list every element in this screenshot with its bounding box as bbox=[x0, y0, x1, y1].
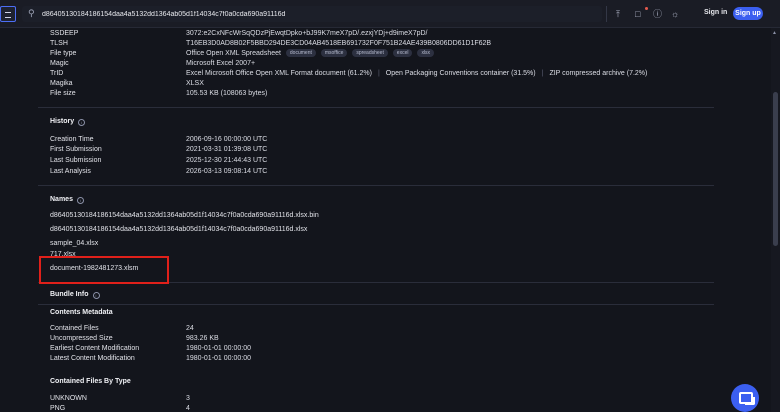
info-icon[interactable]: i bbox=[76, 197, 84, 204]
name-item: d86405130184186154daa4a5132dd1364ab05d1f… bbox=[50, 212, 319, 219]
metadata-value: 1980-01-01 00:00:00 bbox=[186, 345, 251, 352]
trid-part: ZIP compressed archive (7.2%) bbox=[549, 70, 648, 77]
name-item: d86405130184186154daa4a5132dd1364ab05d1f… bbox=[50, 226, 308, 233]
history-value: 2025-12-30 21:44:43 UTC bbox=[186, 157, 268, 164]
metadata-value: 1980-01-01 00:00:00 bbox=[186, 355, 251, 362]
property-label: Magika bbox=[50, 80, 73, 87]
metadata-label: Earliest Content Modification bbox=[50, 345, 140, 352]
section-divider bbox=[38, 107, 714, 108]
search-icon: ⚲ bbox=[28, 8, 35, 18]
history-value: 2006-09-16 00:00:00 UTC bbox=[186, 136, 268, 143]
notification-dot bbox=[645, 7, 648, 10]
file-type-tag[interactable]: spreadsheet bbox=[352, 49, 388, 58]
theme-toggle-icon[interactable]: ☼ bbox=[671, 7, 679, 21]
contained-files-by-type-heading: Contained Files By Type bbox=[50, 378, 131, 385]
property-label: Magic bbox=[50, 60, 69, 67]
file-type-tag[interactable]: xlsx bbox=[417, 49, 435, 58]
upload-icon[interactable]: ⤒ bbox=[616, 7, 620, 21]
property-value: Microsoft Excel 2007+ bbox=[186, 60, 256, 67]
property-value: 105.53 KB (108063 bytes) bbox=[186, 90, 268, 97]
property-value: Excel Microsoft Office Open XML Format d… bbox=[186, 69, 647, 78]
file-type-label: PNG bbox=[50, 405, 66, 412]
property-value: 3072:e2CxNFcWrSqQDzPjEwqtDpko+bJ99K7meX7… bbox=[186, 30, 428, 37]
property-label: File type bbox=[50, 50, 77, 57]
property-value: XLSX bbox=[186, 80, 204, 87]
property-label: File size bbox=[50, 90, 76, 97]
sign-up-button[interactable]: Sign up bbox=[733, 7, 763, 20]
names-title: Names bbox=[50, 196, 73, 203]
property-label: SSDEEP bbox=[50, 30, 79, 37]
file-type-count: 3 bbox=[186, 395, 190, 402]
menu-icon[interactable] bbox=[0, 6, 16, 22]
contents-metadata-heading: Contents Metadata bbox=[50, 309, 113, 316]
scrollbar-thumb[interactable] bbox=[773, 92, 778, 246]
sign-in-link[interactable]: Sign in bbox=[704, 9, 727, 16]
top-bar: ⚲ ⤒ □ ⓘ ☼ Sign in Sign up bbox=[0, 0, 780, 28]
separator: | bbox=[377, 70, 380, 77]
info-icon[interactable]: i bbox=[78, 119, 86, 126]
section-divider bbox=[38, 185, 714, 186]
name-item: sample_04.xlsx bbox=[50, 240, 99, 247]
search-input[interactable] bbox=[42, 7, 597, 21]
trid-part: Open Packaging Conventions container (31… bbox=[385, 70, 536, 77]
file-type-tag[interactable]: msoffice bbox=[320, 49, 348, 58]
property-label: TLSH bbox=[50, 40, 68, 47]
highlight-box bbox=[39, 256, 169, 284]
history-heading: History i bbox=[50, 118, 86, 126]
file-type-label: UNKNOWN bbox=[50, 395, 87, 402]
property-value: T16EB3D0AD8B02F5BBD294DE3CD04AB4518EB691… bbox=[186, 40, 492, 47]
toolbar-divider bbox=[606, 6, 607, 22]
trid-part: Excel Microsoft Office Open XML Format d… bbox=[186, 70, 372, 77]
history-value: 2026-03-13 09:08:14 UTC bbox=[186, 168, 268, 175]
search-bar[interactable]: ⚲ bbox=[22, 6, 602, 22]
file-type-tag[interactable]: excel bbox=[392, 49, 413, 58]
scroll-up-icon[interactable]: ▲ bbox=[772, 30, 777, 36]
names-heading: Names i bbox=[50, 196, 84, 204]
info-icon[interactable]: i bbox=[92, 292, 100, 299]
metadata-label: Uncompressed Size bbox=[50, 335, 113, 342]
history-label: Last Analysis bbox=[50, 168, 91, 175]
help-icon[interactable]: ⓘ bbox=[653, 7, 662, 21]
separator: | bbox=[541, 70, 544, 77]
history-title: History bbox=[50, 118, 75, 125]
property-label: TrID bbox=[50, 70, 64, 77]
metadata-label: Latest Content Modification bbox=[50, 355, 135, 362]
file-type-value: Office Open XML Spreadsheet bbox=[186, 50, 281, 57]
metadata-value: 983.26 KB bbox=[186, 335, 219, 342]
history-label: First Submission bbox=[50, 146, 102, 153]
metadata-value: 24 bbox=[186, 325, 194, 332]
history-label: Last Submission bbox=[50, 157, 102, 164]
bundle-info-heading: Bundle Info i bbox=[50, 291, 100, 299]
chat-button[interactable] bbox=[731, 384, 759, 412]
notifications-icon[interactable]: □ bbox=[635, 7, 640, 21]
metadata-label: Contained Files bbox=[50, 325, 99, 332]
file-type-tag[interactable]: document bbox=[285, 49, 316, 58]
bundle-title: Bundle Info bbox=[50, 291, 89, 298]
history-value: 2021-03-31 01:39:08 UTC bbox=[186, 146, 268, 153]
section-divider bbox=[38, 304, 714, 305]
property-value: Office Open XML Spreadsheet document mso… bbox=[186, 49, 435, 58]
file-type-count: 4 bbox=[186, 405, 190, 412]
history-label: Creation Time bbox=[50, 136, 94, 143]
